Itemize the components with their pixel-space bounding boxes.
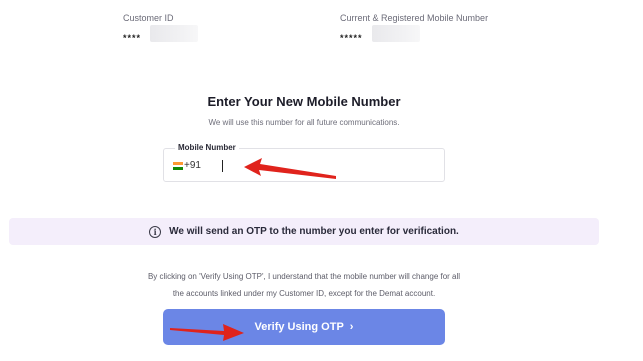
disclaimer-text: By clicking on 'Verify Using OTP', I und…	[0, 268, 608, 302]
disclaimer-line-1: By clicking on 'Verify Using OTP', I und…	[147, 272, 461, 281]
text-caret	[222, 160, 223, 172]
registered-mobile-value: *****	[340, 33, 363, 43]
mobile-number-field[interactable]: Mobile Number +91	[163, 143, 445, 182]
mobile-number-input[interactable]	[226, 158, 426, 174]
verify-using-otp-button[interactable]: Verify Using OTP ›	[163, 309, 445, 345]
mobile-number-field-label: Mobile Number	[175, 143, 239, 152]
page-subtitle: We will use this number for all future c…	[208, 118, 400, 127]
verify-button-label: Verify Using OTP	[254, 321, 344, 333]
redaction-blur	[372, 25, 420, 42]
registered-mobile-section: Current & Registered Mobile Number *****	[340, 13, 489, 43]
otp-info-text: We will send an OTP to the number you en…	[169, 226, 459, 237]
customer-id-label: Customer ID	[123, 13, 174, 23]
chevron-right-icon: ›	[349, 321, 354, 333]
page-title: Enter Your New Mobile Number	[207, 94, 401, 109]
redaction-blur	[150, 25, 198, 42]
disclaimer-line-2: the accounts linked under my Customer ID…	[172, 289, 436, 298]
customer-id-value-wrap: ****	[123, 25, 198, 43]
country-code[interactable]: +91	[184, 160, 201, 171]
india-flag-icon	[173, 162, 183, 170]
customer-id-value: ****	[123, 33, 142, 43]
registered-mobile-label: Current & Registered Mobile Number	[340, 13, 489, 23]
info-icon: i	[149, 225, 162, 238]
otp-info-banner: i We will send an OTP to the number you …	[9, 218, 599, 245]
registered-mobile-value-wrap: *****	[340, 25, 488, 43]
customer-id-section: Customer ID ****	[123, 13, 198, 43]
